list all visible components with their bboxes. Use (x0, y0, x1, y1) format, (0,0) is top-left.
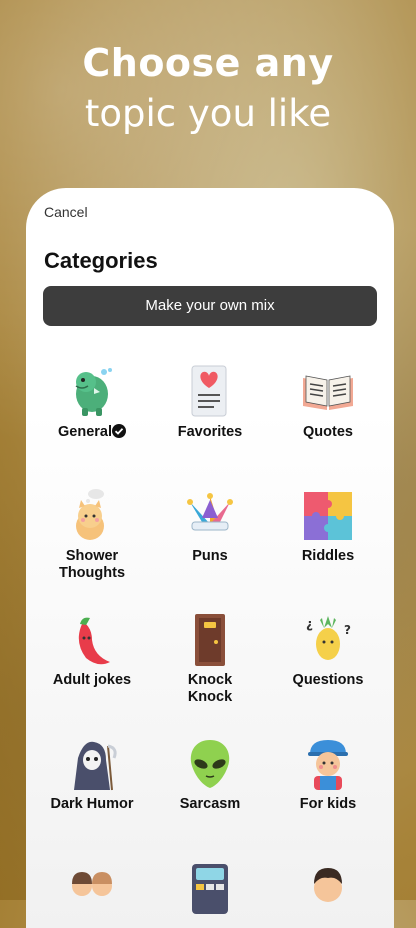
chili-pepper-icon (78, 617, 110, 665)
category-partial-2[interactable] (150, 860, 270, 916)
category-riddles[interactable]: Riddles (268, 488, 388, 565)
category-label: General (58, 424, 112, 440)
category-quotes[interactable]: Quotes (268, 364, 388, 441)
category-label: Knock Knock (187, 672, 233, 705)
grim-reaper-icon (74, 741, 117, 791)
category-partial-1[interactable] (32, 860, 152, 916)
category-label: Adult jokes (52, 672, 132, 688)
category-label: Favorites (177, 424, 243, 440)
category-label: Puns (192, 548, 228, 564)
kid-icon (308, 740, 348, 790)
jester-hat-icon (187, 493, 233, 531)
calculator-icon (192, 864, 228, 914)
alien-icon (190, 740, 230, 788)
category-favorites[interactable]: Favorites (150, 364, 270, 441)
category-label: Riddles (301, 548, 355, 564)
puzzle-icon (304, 492, 352, 540)
categories-sheet: Cancel Categories Make your own mix Gene… (26, 188, 394, 928)
category-partial-3[interactable] (268, 860, 388, 916)
cancel-button[interactable]: Cancel (44, 204, 88, 220)
category-general[interactable]: General (32, 364, 152, 441)
category-label: Quotes (303, 424, 353, 440)
category-shower-thoughts[interactable]: Shower Thoughts (32, 488, 152, 582)
open-book-icon (303, 375, 353, 410)
heart-note-icon (191, 365, 227, 417)
category-label: Sarcasm (179, 796, 241, 812)
selected-check-icon (112, 424, 126, 438)
person-icon (314, 868, 342, 902)
thinking-cat-icon (76, 489, 104, 540)
category-label: Shower Thoughts (58, 548, 126, 581)
door-icon (195, 614, 225, 666)
category-questions[interactable]: ¿ ? Questions (268, 612, 388, 689)
page-title: Categories (44, 248, 158, 273)
svg-text:¿: ¿ (306, 617, 313, 631)
make-your-own-mix-button[interactable]: Make your own mix (43, 286, 377, 326)
category-adult-jokes[interactable]: Adult jokes (32, 612, 152, 689)
category-label: Questions (292, 672, 364, 688)
category-sarcasm[interactable]: Sarcasm (150, 736, 270, 813)
category-puns[interactable]: Puns (150, 488, 270, 565)
svg-text:?: ? (344, 623, 351, 637)
category-label: For kids (299, 796, 357, 812)
headline: Choose any topic you like (0, 38, 416, 140)
category-for-kids[interactable]: For kids (268, 736, 388, 813)
category-knock-knock[interactable]: Knock Knock (150, 612, 270, 706)
category-label: Dark Humor (50, 796, 134, 812)
headline-line-2: topic you like (84, 92, 332, 135)
category-dark-humor[interactable]: Dark Humor (32, 736, 152, 813)
headline-line-1: Choose any (82, 41, 334, 85)
pineapple-icon: ¿ ? (306, 616, 351, 660)
dinosaur-icon (75, 368, 112, 416)
couple-icon (72, 872, 112, 896)
